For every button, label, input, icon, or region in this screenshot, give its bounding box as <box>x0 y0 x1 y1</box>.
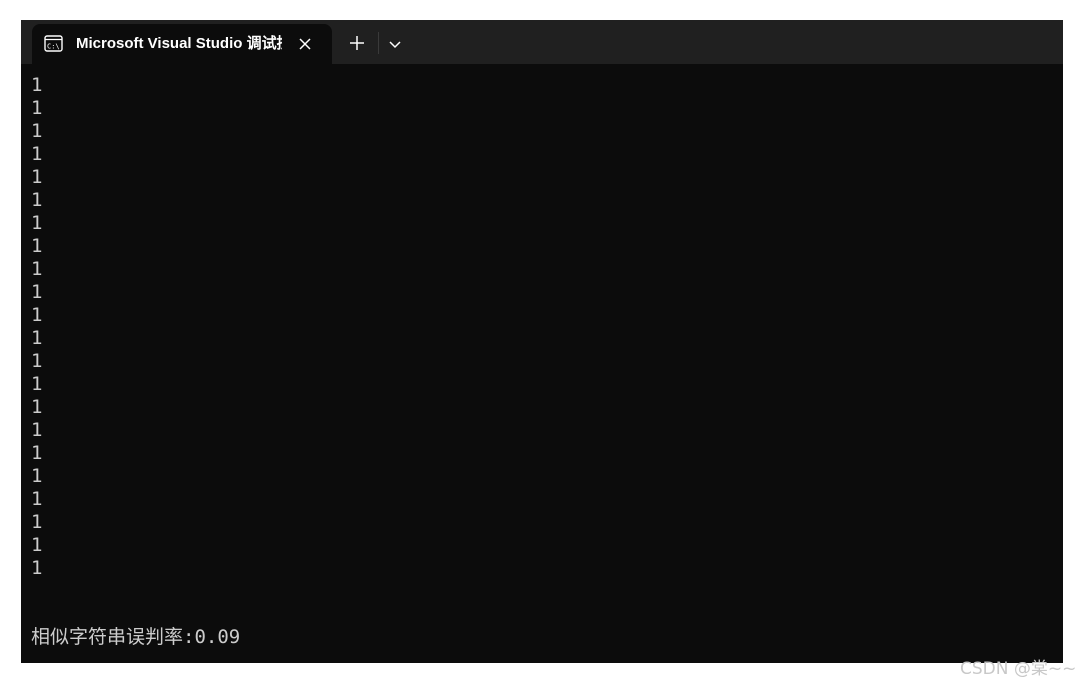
console-line: 1 <box>31 97 43 119</box>
console-line: 1 <box>31 212 43 234</box>
console-line: 1 <box>31 465 43 487</box>
console-output[interactable]: 1111111111111111111111 相似字符串误判率:0.09 <box>21 64 1063 663</box>
console-blank-space <box>31 580 1063 626</box>
tab-title: Microsoft Visual Studio 调试控 <box>76 35 282 52</box>
console-lines: 1111111111111111111111 <box>31 74 1063 580</box>
terminal-window: C:\ Microsoft Visual Studio 调试控 11111111… <box>21 20 1063 663</box>
console-icon: C:\ <box>44 35 63 52</box>
console-line: 1 <box>31 304 43 326</box>
title-bar: C:\ Microsoft Visual Studio 调试控 <box>21 20 1063 64</box>
console-line: 1 <box>31 373 43 395</box>
watermark: CSDN @棠~~ <box>960 659 1077 679</box>
divider <box>378 32 379 54</box>
console-line: 1 <box>31 419 43 441</box>
console-line: 1 <box>31 281 43 303</box>
console-line: 1 <box>31 143 43 165</box>
console-line: 1 <box>31 557 43 579</box>
console-line: 1 <box>31 327 43 349</box>
result-line: 相似字符串误判率:0.09 <box>31 626 241 648</box>
console-line: 1 <box>31 189 43 211</box>
chevron-down-icon[interactable] <box>387 36 403 52</box>
close-icon[interactable] <box>296 35 314 53</box>
console-line: 1 <box>31 120 43 142</box>
svg-text:C:\: C:\ <box>47 43 60 51</box>
tab-debug-console[interactable]: C:\ Microsoft Visual Studio 调试控 <box>32 24 332 64</box>
console-line: 1 <box>31 235 43 257</box>
console-line: 1 <box>31 396 43 418</box>
console-line: 1 <box>31 74 43 96</box>
console-line: 1 <box>31 534 43 556</box>
console-line: 1 <box>31 350 43 372</box>
console-line: 1 <box>31 258 43 280</box>
console-line: 1 <box>31 442 43 464</box>
console-line: 1 <box>31 511 43 533</box>
console-line: 1 <box>31 488 43 510</box>
console-line: 1 <box>31 166 43 188</box>
plus-icon[interactable] <box>348 34 366 52</box>
